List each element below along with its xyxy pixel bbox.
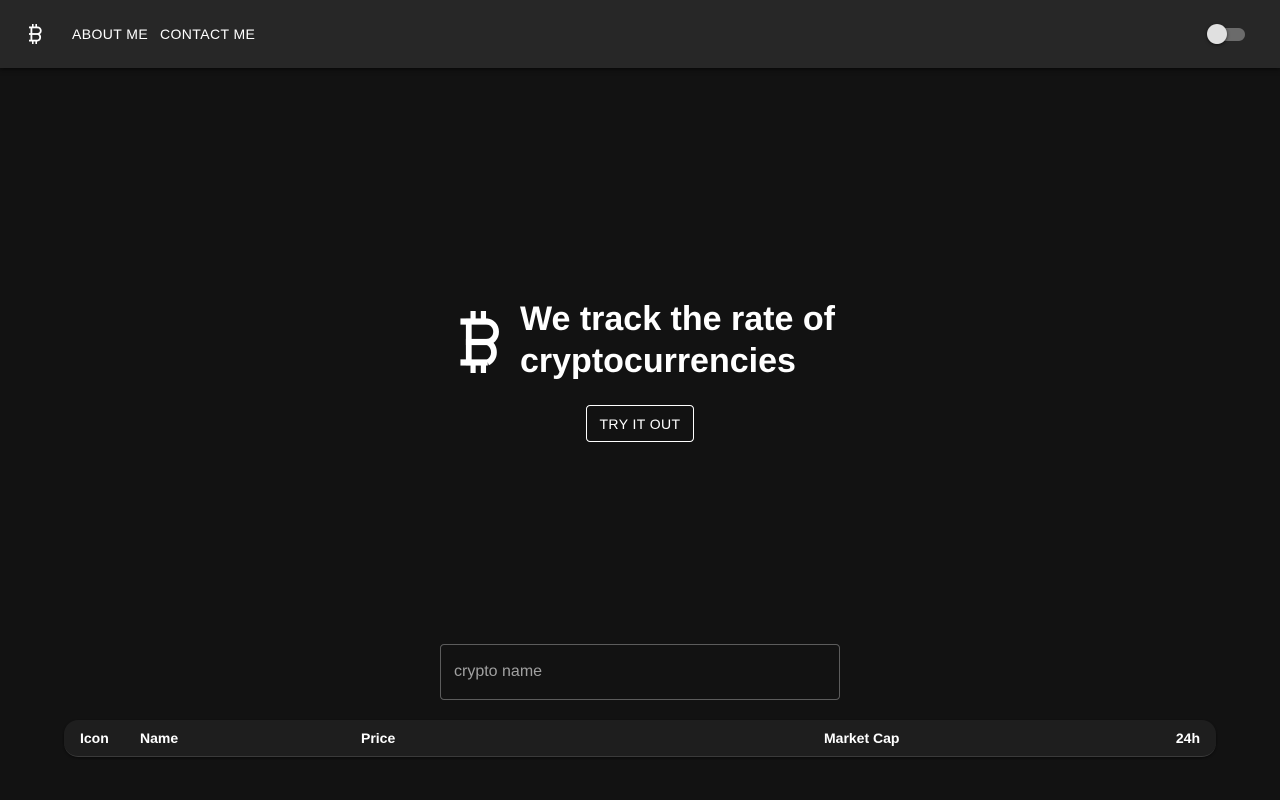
nav-contact-me[interactable]: CONTACT ME — [160, 22, 255, 46]
bitcoin-icon — [459, 311, 505, 373]
column-header-price[interactable]: Price — [361, 729, 395, 747]
hero-title: We track the rate of cryptocurrencies — [520, 300, 835, 380]
app-bar: ABOUT ME CONTACT ME — [0, 0, 1280, 68]
try-it-out-button[interactable]: TRY IT OUT — [586, 405, 694, 442]
bitcoin-logo-icon[interactable] — [28, 24, 44, 44]
crypto-search-input[interactable] — [440, 644, 840, 700]
column-header-market-cap[interactable]: Market Cap — [824, 729, 899, 747]
theme-toggle[interactable] — [1207, 24, 1245, 44]
column-header-name[interactable]: Name — [140, 729, 178, 747]
toggle-thumb — [1207, 24, 1227, 44]
crypto-table-header: Icon Name Price Market Cap 24h — [64, 720, 1216, 757]
nav-about-me[interactable]: ABOUT ME — [72, 22, 148, 46]
column-header-icon[interactable]: Icon — [80, 729, 109, 747]
column-header-24h[interactable]: 24h — [1176, 729, 1200, 747]
